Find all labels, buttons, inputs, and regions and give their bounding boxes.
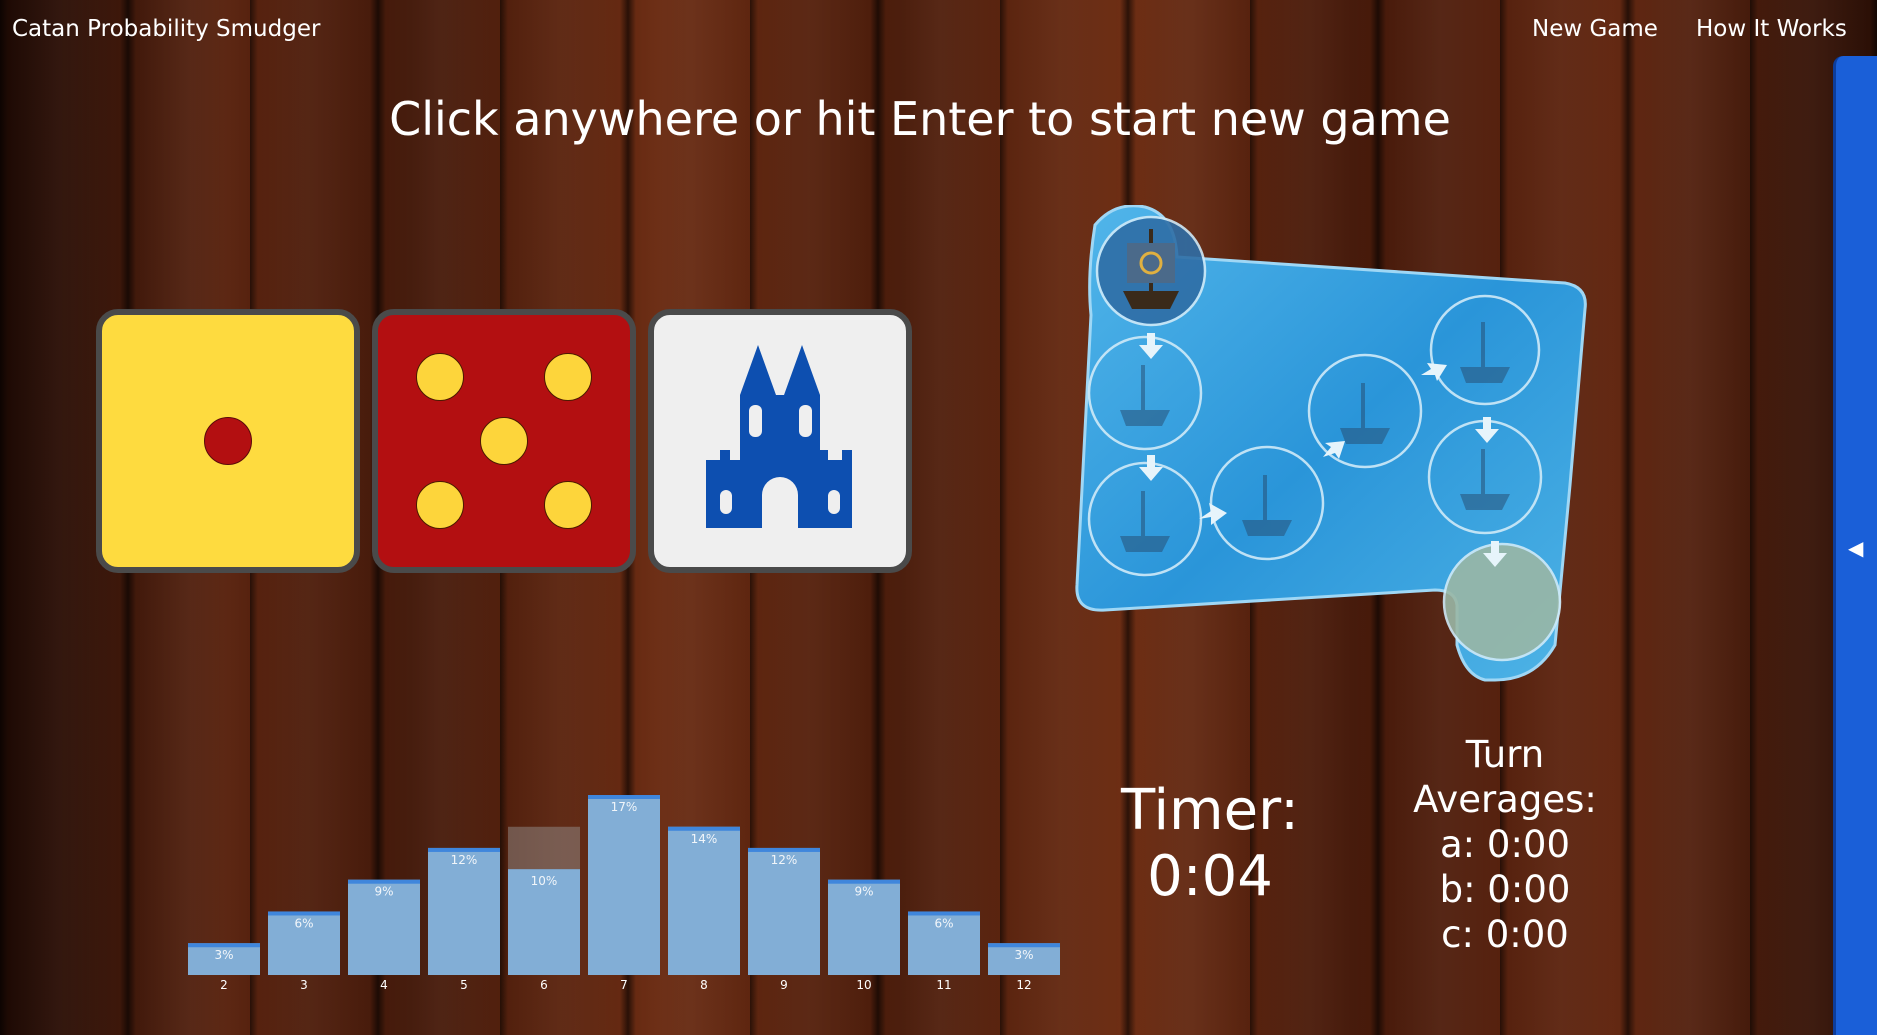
- histogram-bar: [748, 847, 820, 975]
- x-tick-label: 3: [300, 978, 308, 992]
- bar-percent-label: 9%: [374, 885, 393, 899]
- turn-averages: Turn Averages: a: 0:00 b: 0:00 c: 0:00: [1390, 732, 1620, 957]
- histogram-bar-cap: [588, 795, 660, 799]
- x-tick-label: 5: [460, 978, 468, 992]
- bar-percent-label: 3%: [1014, 948, 1033, 962]
- bar-percent-label: 12%: [451, 853, 478, 867]
- averages-title-line1: Turn: [1465, 733, 1545, 776]
- how-it-works-link[interactable]: How It Works: [1696, 16, 1847, 42]
- histogram-bar-cap: [188, 943, 260, 948]
- side-panel-toggle[interactable]: ◀: [1833, 56, 1877, 1035]
- bar-percent-label: 6%: [294, 916, 313, 930]
- yellow-die[interactable]: [96, 309, 360, 573]
- city-gate-icon: [706, 345, 852, 528]
- histogram-bar-cap: [428, 847, 500, 852]
- average-player-b: b: 0:00: [1439, 868, 1571, 911]
- histogram-bar-cap: [908, 911, 980, 916]
- x-tick-label: 4: [380, 978, 388, 992]
- barbarian-ship-track: [1065, 204, 1595, 685]
- die-pip: [544, 481, 592, 529]
- bar-percent-label: 10%: [531, 874, 558, 888]
- bar-percent-label: 14%: [691, 832, 718, 846]
- histogram-bar-cap: [828, 879, 900, 884]
- x-tick-label: 11: [936, 978, 951, 992]
- bar-percent-label: 6%: [934, 916, 953, 930]
- start-prompt[interactable]: Click anywhere or hit Enter to start new…: [0, 92, 1840, 146]
- histogram-bar: [588, 795, 660, 975]
- average-player-a: a: 0:00: [1440, 823, 1570, 866]
- histogram-bar-cap: [268, 911, 340, 916]
- die-pip: [416, 481, 464, 529]
- histogram-bar-cap: [988, 943, 1060, 948]
- histogram-bar-cap: [748, 847, 820, 852]
- expected-bar: [508, 826, 580, 870]
- top-navbar: Catan Probability Smudger New Game How I…: [0, 0, 1877, 60]
- timer: Timer: 0:04: [1090, 778, 1330, 910]
- roll-distribution-chart: 3% 2 6% 3 9% 4 12% 5 10% 6 17% 7 14% 8 12% 9 9% 10 6% 11 3% 1…: [180, 780, 1080, 1000]
- event-die[interactable]: [648, 309, 912, 573]
- bar-percent-label: 12%: [771, 853, 798, 867]
- x-tick-label: 9: [780, 978, 788, 992]
- new-game-link[interactable]: New Game: [1532, 16, 1658, 42]
- die-pip: [544, 353, 592, 401]
- histogram-bar: [668, 826, 740, 975]
- x-tick-label: 10: [856, 978, 871, 992]
- die-pip: [204, 417, 252, 465]
- x-tick-label: 8: [700, 978, 708, 992]
- die-pip: [480, 417, 528, 465]
- average-player-c: c: 0:00: [1441, 913, 1569, 956]
- x-tick-label: 6: [540, 978, 548, 992]
- timer-value: 0:04: [1147, 844, 1273, 909]
- red-die[interactable]: [372, 309, 636, 573]
- bar-percent-label: 17%: [611, 800, 638, 814]
- timer-label: Timer:: [1121, 778, 1299, 843]
- histogram-bar-cap: [348, 879, 420, 884]
- brand-title[interactable]: Catan Probability Smudger: [12, 16, 320, 42]
- x-tick-label: 7: [620, 978, 628, 992]
- chevron-left-icon: ◀: [1848, 536, 1864, 560]
- bar-percent-label: 3%: [214, 948, 233, 962]
- x-tick-label: 2: [220, 978, 228, 992]
- x-tick-label: 12: [1016, 978, 1031, 992]
- die-pip: [416, 353, 464, 401]
- averages-title-line2: Averages:: [1413, 778, 1597, 821]
- bar-percent-label: 9%: [854, 885, 873, 899]
- histogram-bar: [428, 847, 500, 975]
- histogram-bar-cap: [668, 826, 740, 831]
